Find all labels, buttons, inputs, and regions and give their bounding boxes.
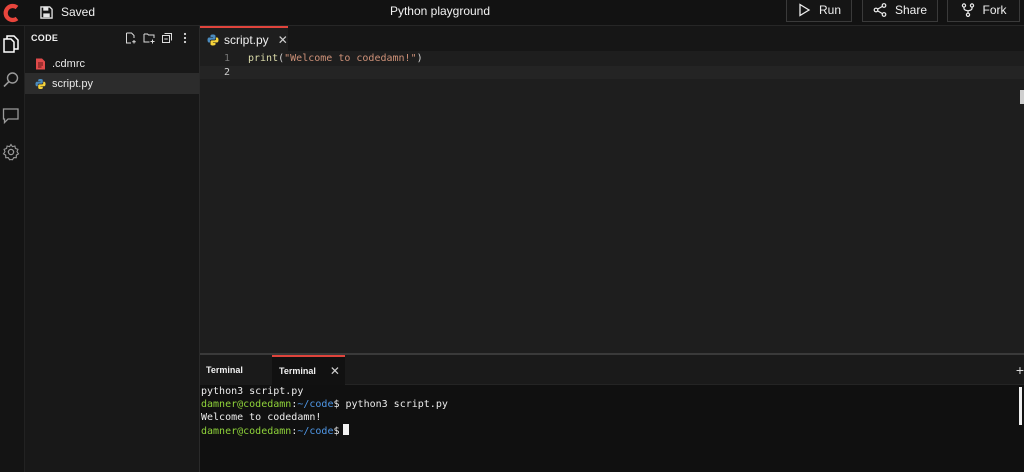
config-file-icon: [36, 58, 45, 69]
explorer-actions: [125, 31, 191, 44]
tab-terminal-2[interactable]: Terminal ✕: [272, 355, 345, 385]
collapse-icon[interactable]: [161, 31, 173, 43]
saved-label: Saved: [61, 5, 96, 19]
tab-label: Terminal: [206, 365, 243, 375]
terminal-scrollbar[interactable]: [1019, 387, 1022, 425]
play-icon: [799, 3, 811, 17]
line-number: 2: [223, 67, 230, 78]
settings-icon[interactable]: [1, 142, 21, 162]
python-icon: [35, 78, 46, 89]
share-label: Share: [894, 3, 928, 17]
code-line-current: 2: [200, 66, 1024, 79]
saved-indicator: Saved: [40, 3, 95, 21]
run-button[interactable]: Run: [786, 0, 852, 22]
tab-script-py[interactable]: script.py ✕: [200, 26, 288, 51]
terminal-line: Welcome to codedamn!: [201, 412, 322, 423]
fork-label: Fork: [982, 3, 1007, 17]
fork-icon: [961, 3, 974, 17]
terminal-line: python3 script.py: [201, 386, 304, 397]
file-item-script-py[interactable]: script.py: [25, 73, 199, 94]
search-icon[interactable]: [1, 70, 21, 90]
code-editor: script.py ✕ 1 print("Welcome to codedamn…: [200, 26, 1024, 353]
file-name: .cdmrc: [52, 57, 85, 70]
editor-scrollbar[interactable]: [1020, 90, 1024, 104]
run-label: Run: [818, 3, 841, 17]
codedamn-logo-icon[interactable]: [2, 2, 22, 24]
save-icon: [40, 5, 53, 19]
code-area[interactable]: 1 print("Welcome to codedamn!") 2: [200, 51, 1024, 353]
chat-icon[interactable]: [1, 106, 21, 126]
new-file-icon[interactable]: [125, 31, 137, 44]
fork-button[interactable]: Fork: [947, 0, 1020, 22]
tab-label: script.py: [224, 32, 269, 47]
line-text: print("Welcome to codedamn!"): [248, 53, 423, 64]
app-window: Saved Python playground Run Share Fork C…: [0, 0, 1024, 472]
file-explorer: CODE .cdmrc script.py: [25, 26, 200, 472]
new-terminal-icon[interactable]: +: [1016, 362, 1024, 378]
terminal-panel: Terminal Terminal ✕ + python3 script.py …: [200, 355, 1024, 472]
line-number: 1: [223, 53, 230, 64]
file-name: script.py: [52, 77, 93, 90]
terminal-prompt-line: damner@codedamn:~/code$: [201, 424, 349, 438]
files-icon[interactable]: [1, 34, 21, 54]
tab-label: Terminal: [279, 366, 316, 376]
top-bar: Saved Python playground Run Share Fork: [0, 0, 1024, 26]
page-title: Python playground: [389, 4, 491, 18]
share-icon: [873, 3, 887, 17]
terminal-tabbar: Terminal Terminal ✕ +: [200, 355, 1024, 385]
terminal-cursor: [342, 424, 349, 435]
share-button[interactable]: Share: [862, 0, 938, 22]
python-icon: [207, 34, 219, 45]
more-icon[interactable]: [179, 31, 191, 44]
tab-terminal-1[interactable]: Terminal: [200, 355, 272, 385]
close-tab-icon[interactable]: ✕: [330, 364, 340, 378]
explorer-header: CODE: [31, 33, 59, 43]
file-item-cdmrc[interactable]: .cdmrc: [25, 53, 199, 74]
close-tab-icon[interactable]: ✕: [278, 33, 288, 47]
activity-bar: [0, 26, 25, 472]
code-line: 1 print("Welcome to codedamn!"): [200, 52, 1024, 65]
new-folder-icon[interactable]: [143, 31, 155, 44]
editor-tabbar: script.py ✕: [200, 26, 1024, 51]
terminal-line: damner@codedamn:~/code$ python3 script.p…: [201, 399, 448, 410]
